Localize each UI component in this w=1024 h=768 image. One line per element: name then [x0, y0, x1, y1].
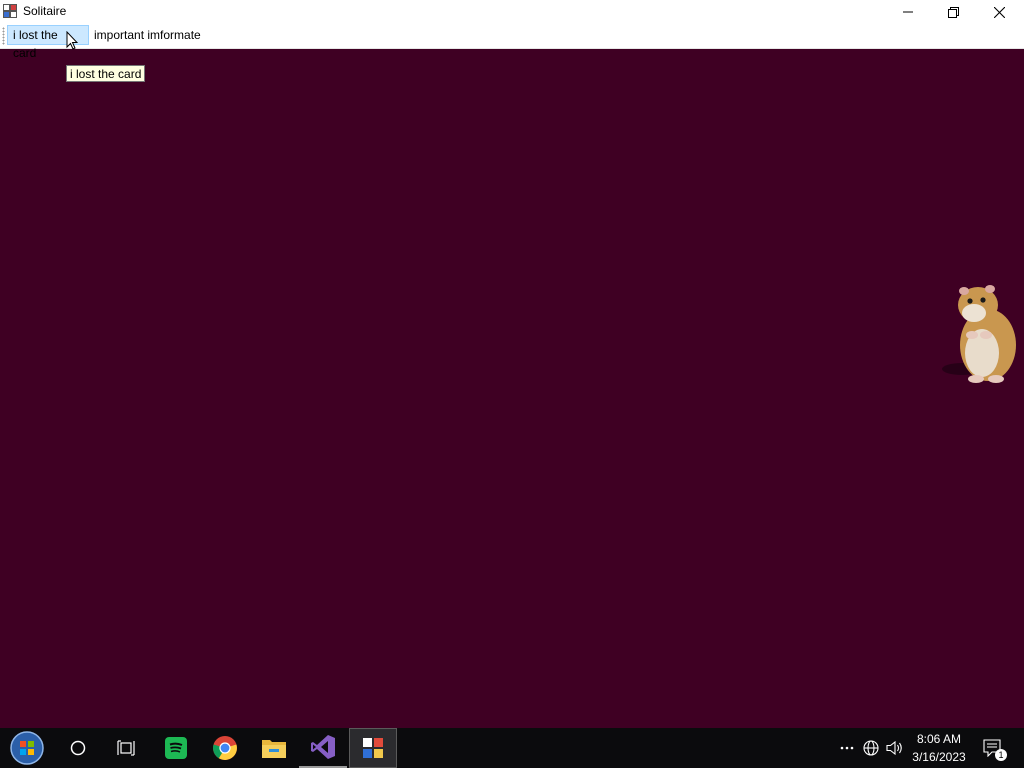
taskbar-solitaire[interactable] — [349, 728, 397, 768]
taskbar: 8:06 AM 3/16/2023 1 — [0, 728, 1024, 768]
clock[interactable]: 8:06 AM 3/16/2023 — [905, 730, 973, 766]
start-button[interactable] — [3, 728, 51, 768]
network-icon — [863, 740, 879, 756]
start-icon — [10, 731, 44, 765]
close-icon — [993, 6, 1005, 18]
taskbar-spotify[interactable] — [152, 728, 200, 768]
menu-grip[interactable] — [2, 27, 5, 45]
window-title: Solitaire — [23, 4, 67, 18]
tray-overflow-button[interactable] — [837, 738, 857, 758]
tray-volume-button[interactable] — [885, 738, 905, 758]
taskbar-file-explorer[interactable] — [250, 728, 298, 768]
title-bar: Solitaire — [0, 0, 1024, 24]
minimize-button[interactable] — [885, 0, 931, 24]
taskbar-visual-studio[interactable] — [299, 728, 347, 768]
tray-network-button[interactable] — [861, 738, 881, 758]
close-button[interactable] — [976, 0, 1022, 24]
menu-bar: i lost the card important imformate — [0, 24, 1024, 60]
taskbar-chrome[interactable] — [201, 728, 249, 768]
spotify-icon — [165, 737, 187, 759]
tooltip: i lost the card — [66, 65, 146, 82]
visual-studio-icon — [311, 735, 335, 759]
file-explorer-icon — [262, 740, 286, 758]
hamster-image — [942, 285, 1016, 383]
mouse-cursor-icon — [66, 31, 78, 50]
search-icon — [70, 740, 86, 756]
clock-date: 3/16/2023 — [912, 750, 966, 764]
notification-center-button[interactable]: 1 — [981, 738, 1007, 761]
solitaire-app-icon — [363, 738, 383, 758]
solitaire-app-icon — [3, 4, 17, 18]
chrome-icon — [213, 736, 237, 760]
search-button[interactable] — [54, 728, 102, 768]
task-view-icon — [117, 740, 135, 756]
notification-count-badge: 1 — [995, 749, 1007, 761]
clock-time: 8:06 AM — [916, 732, 962, 746]
overflow-icon — [840, 746, 854, 750]
minimize-icon — [903, 11, 913, 13]
restore-button[interactable] — [930, 0, 976, 24]
menu-item-important-info[interactable]: important imformate — [89, 25, 206, 45]
task-view-button[interactable] — [102, 728, 150, 768]
restore-icon — [947, 6, 959, 18]
volume-icon — [886, 740, 902, 756]
